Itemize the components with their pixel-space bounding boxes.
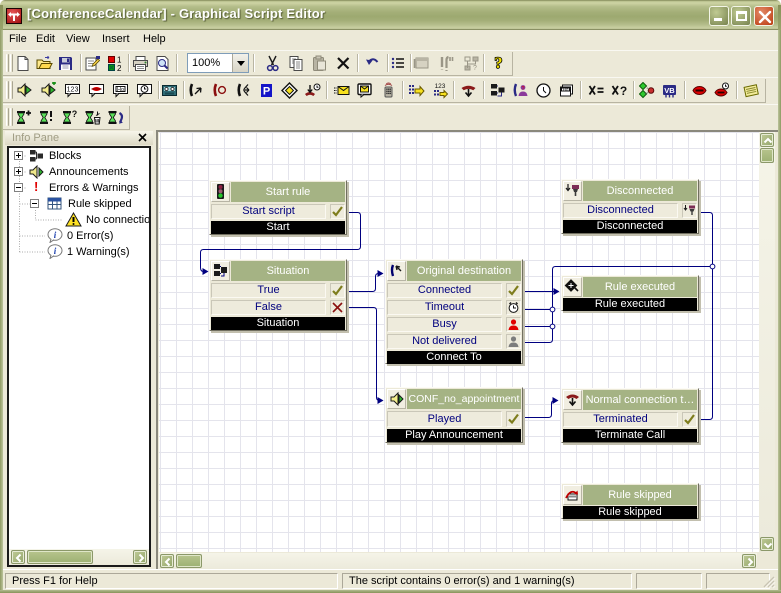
svg-text:Ho: Ho	[563, 87, 569, 92]
svg-text:2: 2	[117, 64, 122, 72]
svg-text:?: ?	[72, 109, 78, 119]
svg-text:Ho: Ho	[117, 87, 124, 93]
svg-text:?: ?	[473, 65, 477, 72]
svg-text:?: ?	[620, 84, 627, 98]
svg-text:?: ?	[522, 86, 525, 92]
svg-text:123: 123	[67, 87, 79, 94]
svg-text:123: 123	[435, 83, 446, 90]
svg-text:VB: VB	[664, 86, 675, 95]
svg-text:?: ?	[495, 55, 503, 71]
svg-text:P: P	[263, 86, 270, 98]
